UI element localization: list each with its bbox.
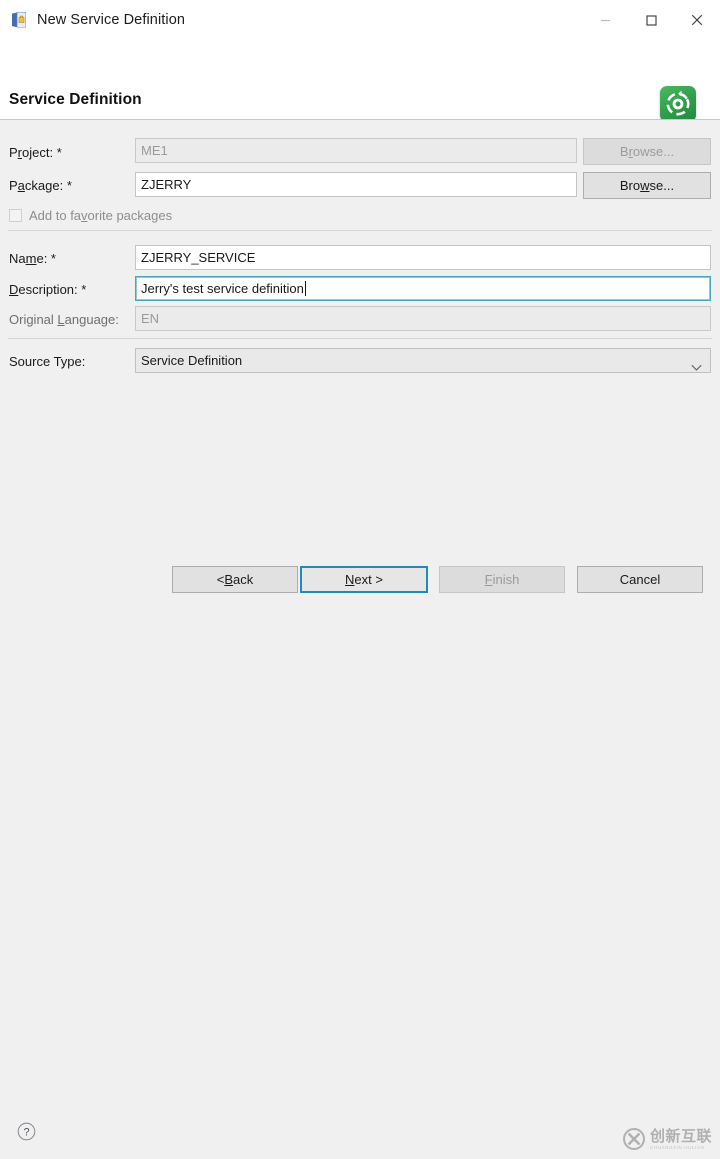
maximize-icon[interactable]: [628, 0, 674, 40]
page-title: Service Definition: [9, 91, 142, 108]
original-language-label: Original Language:: [9, 312, 119, 327]
service-definition-banner-icon: [660, 86, 696, 122]
watermark-logo: 创新互联 CHUANGXIN HULIAN: [622, 1121, 720, 1159]
watermark-cn-text: 创新互联: [650, 1128, 713, 1146]
new-service-definition-dialog: New Service Definition Service Definitio…: [0, 0, 720, 1150]
window-title: New Service Definition: [37, 12, 186, 28]
add-to-favorite-packages-checkbox[interactable]: [9, 209, 22, 222]
separator-1: [8, 230, 712, 231]
title-bar: New Service Definition: [0, 0, 720, 40]
close-icon[interactable]: [674, 0, 720, 40]
package-label: Package: *: [9, 178, 72, 193]
service-definition-icon: [10, 11, 28, 29]
project-browse-button[interactable]: Br owse...: [583, 138, 711, 165]
project-label: Project: *: [9, 145, 62, 160]
window-controls: [582, 0, 720, 40]
description-input-value: Jerry's test service definition: [141, 281, 304, 296]
source-type-label: Source Type:: [9, 354, 86, 369]
description-label: Description: *: [9, 282, 87, 297]
form-body: Project: * ME1 Br owse... Package: * ZJER…: [0, 120, 720, 552]
cancel-button[interactable]: Cancel: [577, 566, 703, 593]
add-to-favorite-packages-label: Add to favorite packages: [29, 208, 173, 223]
finish-button[interactable]: Finish: [439, 566, 565, 593]
name-input[interactable]: ZJERRY_SERVICE: [135, 245, 711, 270]
watermark-en-text: CHUANGXIN HULIAN: [650, 1145, 705, 1151]
wizard-header: Service Definition Create a service defi…: [0, 40, 720, 142]
back-button[interactable]: < Back: [172, 566, 298, 593]
help-icon[interactable]: ?: [17, 1122, 36, 1141]
next-button[interactable]: Next >: [300, 566, 428, 593]
chevron-down-icon: [691, 356, 702, 372]
add-to-favorite-packages-row[interactable]: Add to favorite packages: [9, 208, 172, 223]
text-caret: [304, 281, 306, 296]
dialog-footer: ? < Back Next > Finish Cancel 创新互联 CHUAN…: [0, 552, 720, 1150]
source-type-value: Service Definition: [141, 353, 243, 368]
separator-2: [8, 338, 712, 339]
watermark-mark-icon: [622, 1127, 646, 1154]
name-label: Name: *: [9, 251, 56, 266]
svg-text:?: ?: [23, 1127, 29, 1139]
package-browse-button[interactable]: Bro w se...: [583, 172, 711, 199]
package-input[interactable]: ZJERRY: [135, 172, 577, 197]
source-type-select[interactable]: Service Definition: [135, 348, 711, 373]
description-input[interactable]: Jerry's test service definition: [135, 276, 711, 301]
original-language-input[interactable]: EN: [135, 306, 711, 331]
project-input[interactable]: ME1: [135, 138, 577, 163]
minimize-icon[interactable]: [582, 0, 628, 40]
